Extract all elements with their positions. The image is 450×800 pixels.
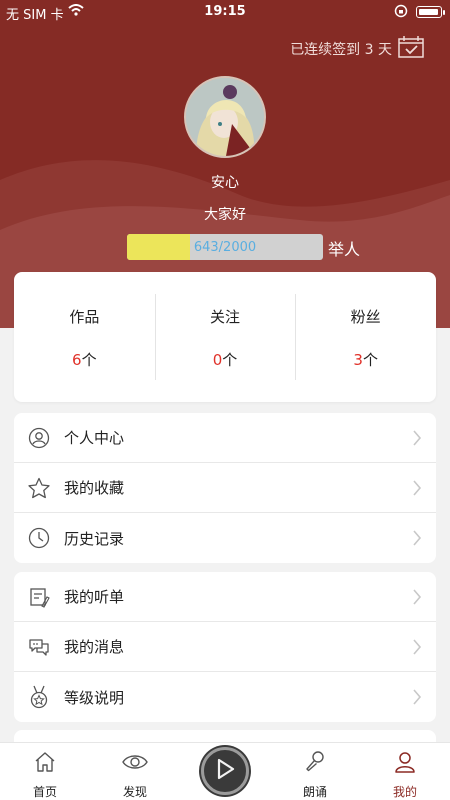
level-title: 举人 bbox=[328, 240, 361, 259]
stat-label: 关注 bbox=[210, 308, 241, 326]
stat-works[interactable]: 作品 6个 bbox=[14, 272, 155, 402]
tab-discover[interactable]: 发现 bbox=[90, 743, 180, 800]
chat-bubbles-icon bbox=[14, 622, 64, 672]
chevron-right-icon bbox=[412, 429, 422, 451]
person-circle-icon bbox=[14, 413, 64, 463]
username: 安心 bbox=[211, 175, 239, 191]
calendar-check-icon bbox=[398, 36, 424, 62]
chevron-right-icon bbox=[412, 588, 422, 610]
tab-recite[interactable]: 朗诵 bbox=[270, 743, 360, 800]
chevron-right-icon bbox=[412, 479, 422, 501]
stat-fans[interactable]: 粉丝 3个 bbox=[295, 272, 436, 402]
chevron-right-icon bbox=[412, 529, 422, 551]
menu-item-label: 个人中心 bbox=[64, 429, 125, 447]
menu-item-label: 历史记录 bbox=[64, 529, 125, 548]
stat-label: 作品 bbox=[69, 308, 100, 326]
stat-label: 粉丝 bbox=[350, 308, 381, 326]
tab-label: 我的 bbox=[392, 785, 417, 799]
menu-item-profile-center[interactable]: 个人中心 bbox=[14, 413, 436, 463]
menu-item-history[interactable]: 历史记录 bbox=[14, 513, 436, 563]
level-progress-bar: 643/2000 bbox=[127, 234, 323, 260]
menu-item-messages[interactable]: 我的消息 bbox=[14, 622, 436, 672]
checkin-status[interactable]: 已连续签到 3 天 bbox=[290, 36, 424, 62]
tab-play[interactable] bbox=[180, 743, 270, 800]
clock-icon bbox=[14, 513, 64, 563]
tab-mine[interactable]: 我的 bbox=[360, 743, 450, 800]
chevron-right-icon bbox=[412, 688, 422, 710]
menu-group-content: 我的听单 我的消息 等级说明 bbox=[14, 572, 436, 722]
user-signature: 大家好 bbox=[204, 207, 246, 223]
stat-value: 3个 bbox=[353, 351, 378, 369]
status-bar: 无 SIM 卡 19:15 bbox=[0, 0, 450, 24]
star-icon bbox=[14, 463, 64, 513]
bottom-tab-bar: 首页 发现 朗诵 我的 bbox=[0, 742, 450, 800]
person-icon bbox=[393, 749, 417, 775]
microphone-icon bbox=[303, 749, 327, 775]
menu-group-account: 个人中心 我的收藏 历史记录 bbox=[14, 413, 436, 563]
tab-label: 朗诵 bbox=[302, 785, 327, 799]
home-icon bbox=[33, 749, 57, 775]
level-progress-text: 643/2000 bbox=[193, 240, 257, 255]
menu-item-level-info[interactable]: 等级说明 bbox=[14, 672, 436, 722]
tab-label: 首页 bbox=[32, 785, 57, 799]
menu-item-label: 我的听单 bbox=[64, 588, 125, 606]
menu-item-label: 我的收藏 bbox=[64, 479, 125, 497]
tab-label: 发现 bbox=[122, 785, 147, 799]
play-button[interactable] bbox=[201, 747, 249, 795]
rotation-lock-icon bbox=[394, 4, 408, 22]
chevron-right-icon bbox=[412, 638, 422, 660]
clock-time: 19:15 bbox=[204, 4, 246, 19]
medal-icon bbox=[14, 672, 64, 722]
stat-following[interactable]: 关注 0个 bbox=[154, 272, 296, 402]
menu-item-favorites[interactable]: 我的收藏 bbox=[14, 463, 436, 513]
stat-value: 0个 bbox=[212, 351, 238, 369]
eye-icon bbox=[121, 749, 149, 775]
avatar[interactable] bbox=[184, 76, 266, 158]
stats-card: 作品 6个 关注 0个 粉丝 3个 bbox=[14, 272, 436, 402]
menu-item-playlist[interactable]: 我的听单 bbox=[14, 572, 436, 622]
battery-icon bbox=[416, 6, 445, 18]
tab-home[interactable]: 首页 bbox=[0, 743, 90, 800]
checkin-text: 已连续签到 3 天 bbox=[290, 42, 392, 58]
menu-item-label: 我的消息 bbox=[64, 638, 125, 656]
play-icon bbox=[214, 757, 236, 785]
stat-value: 6个 bbox=[72, 351, 97, 369]
menu-item-label: 等级说明 bbox=[64, 688, 125, 707]
playlist-icon bbox=[14, 572, 64, 622]
